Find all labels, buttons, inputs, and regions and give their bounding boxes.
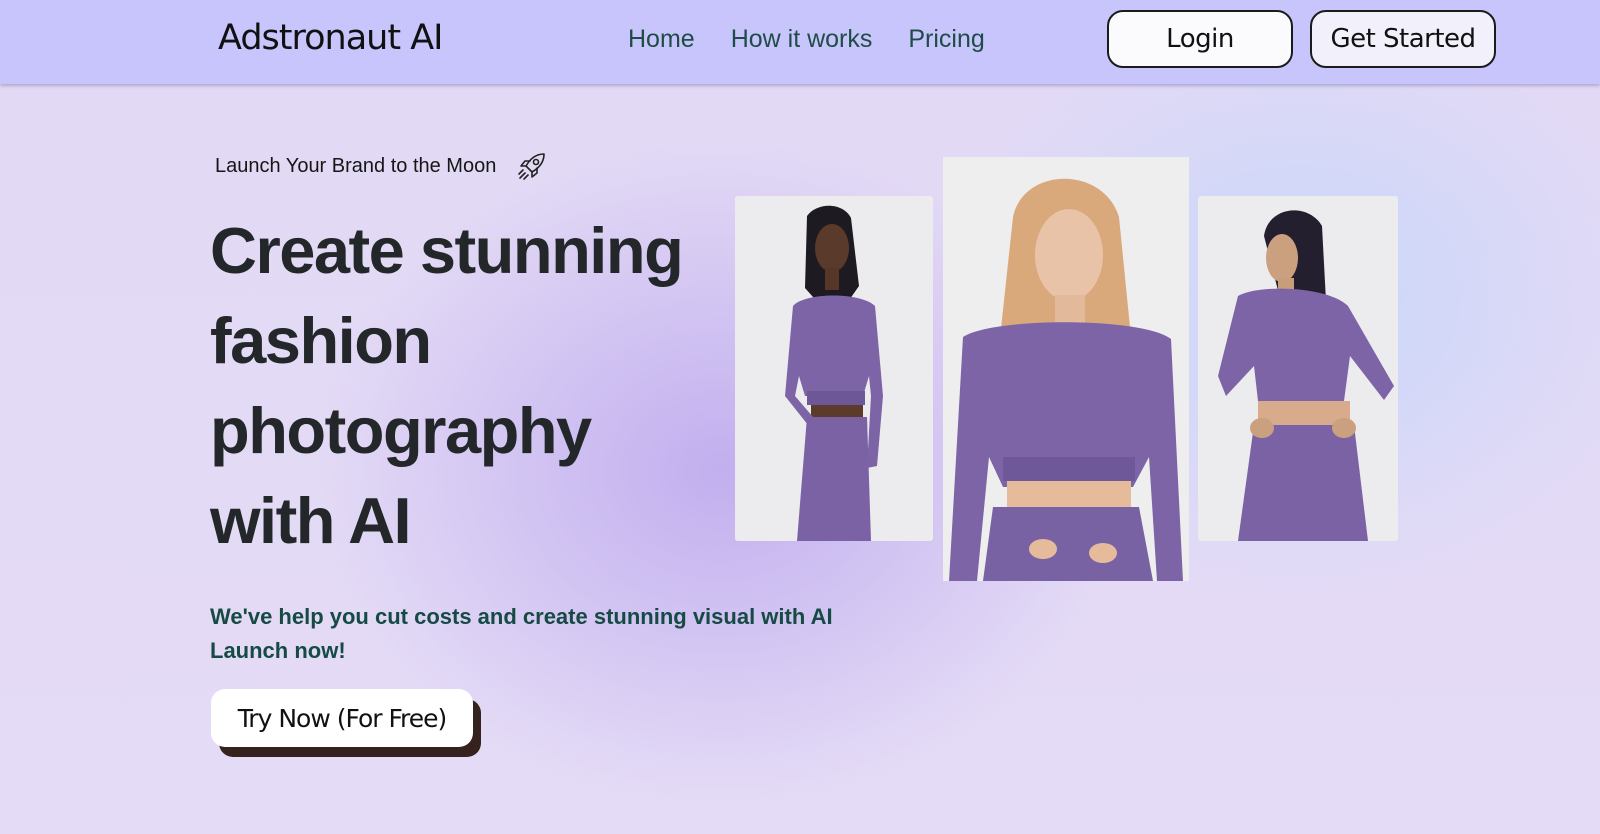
- tagline-text: Launch Your Brand to the Moon: [215, 154, 497, 177]
- cta-wrapper: Try Now (For Free): [211, 689, 481, 757]
- tagline: Launch Your Brand to the Moon: [215, 148, 550, 184]
- subtext-line-2: Launch now!: [210, 638, 346, 663]
- main-nav: Home How it works Pricing: [628, 22, 1021, 56]
- get-started-button[interactable]: Get Started: [1310, 10, 1496, 68]
- hero-subtext: We've help you cut costs and create stun…: [210, 600, 870, 668]
- try-now-button[interactable]: Try Now (For Free): [211, 689, 473, 747]
- hero-headline: Create stunning fashion photography with…: [210, 214, 684, 557]
- nav-pricing[interactable]: Pricing: [908, 22, 984, 56]
- model-photo-1: [735, 196, 933, 541]
- site-header: Adstronaut AI Home How it works Pricing …: [0, 0, 1600, 84]
- rocket-icon: [514, 148, 550, 184]
- model-photo-3: [1198, 196, 1398, 541]
- login-button[interactable]: Login: [1107, 10, 1293, 68]
- nav-how-it-works[interactable]: How it works: [731, 22, 873, 56]
- nav-home[interactable]: Home: [628, 22, 695, 56]
- logo[interactable]: Adstronaut AI: [218, 14, 443, 62]
- model-photo-2: [943, 157, 1189, 581]
- subtext-line-1: We've help you cut costs and create stun…: [210, 604, 833, 629]
